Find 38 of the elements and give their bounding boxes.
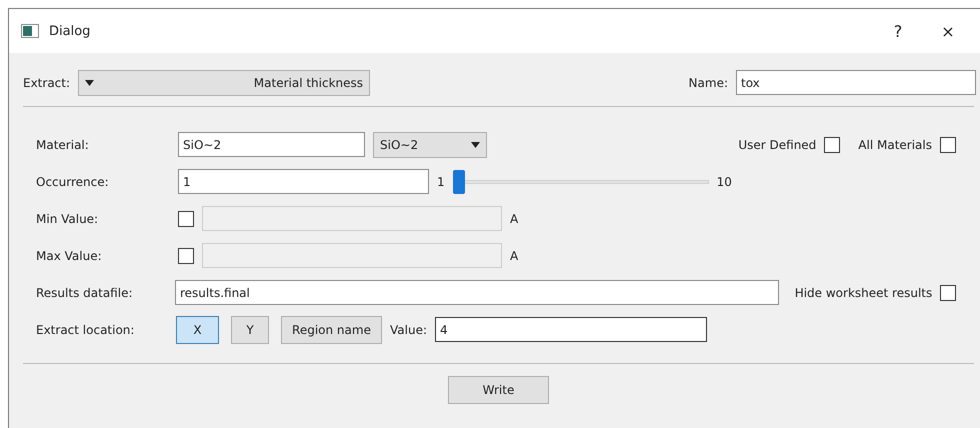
- extract-label: Extract:: [23, 76, 70, 90]
- material-dropdown[interactable]: SiO~2: [373, 132, 487, 158]
- checkbox[interactable]: [940, 136, 956, 152]
- results-field[interactable]: results.final: [175, 280, 779, 305]
- extract-dropdown[interactable]: Material thickness: [78, 70, 370, 96]
- limit-label: Min Value:: [35, 212, 100, 226]
- value-label: Value:: [390, 322, 427, 336]
- material-label: Material:: [35, 138, 90, 152]
- checkbox[interactable]: [824, 136, 840, 152]
- hide-results-label: Hide worksheet results: [794, 286, 932, 300]
- limit-label: Max Value:: [35, 248, 103, 262]
- location-toggle[interactable]: Y: [231, 316, 269, 344]
- caret-icon: [85, 80, 94, 86]
- close-button[interactable]: ×: [928, 16, 968, 46]
- slider-thumb[interactable]: [452, 170, 465, 194]
- occurrence-slider[interactable]: [452, 170, 709, 194]
- name-field[interactable]: tox: [736, 70, 976, 95]
- material-field[interactable]: SiO~2: [178, 132, 365, 157]
- unit-label: A: [510, 248, 518, 262]
- option-label: User Defined: [738, 138, 816, 152]
- unit-label: A: [510, 212, 518, 226]
- window-icon: [21, 24, 39, 38]
- option-label: All Materials: [858, 138, 932, 152]
- occurrence-label: Occurrence:: [35, 174, 110, 188]
- slider-min-label: 1: [437, 174, 445, 188]
- write-button[interactable]: Write: [448, 376, 549, 404]
- results-label: Results datafile:: [35, 286, 134, 300]
- occurrence-field[interactable]: 1: [178, 169, 429, 194]
- name-label: Name:: [688, 76, 728, 90]
- help-button[interactable]: ?: [878, 16, 918, 46]
- checkbox[interactable]: [940, 284, 956, 300]
- location-label: Extract location:: [35, 322, 136, 336]
- location-toggle[interactable]: X: [176, 316, 219, 344]
- location-toggle[interactable]: Region name: [281, 316, 382, 344]
- caret-icon: [471, 142, 480, 148]
- slider-max-label: 10: [716, 174, 732, 188]
- value-field[interactable]: 4: [435, 317, 707, 342]
- window-title: Dialog: [49, 24, 92, 38]
